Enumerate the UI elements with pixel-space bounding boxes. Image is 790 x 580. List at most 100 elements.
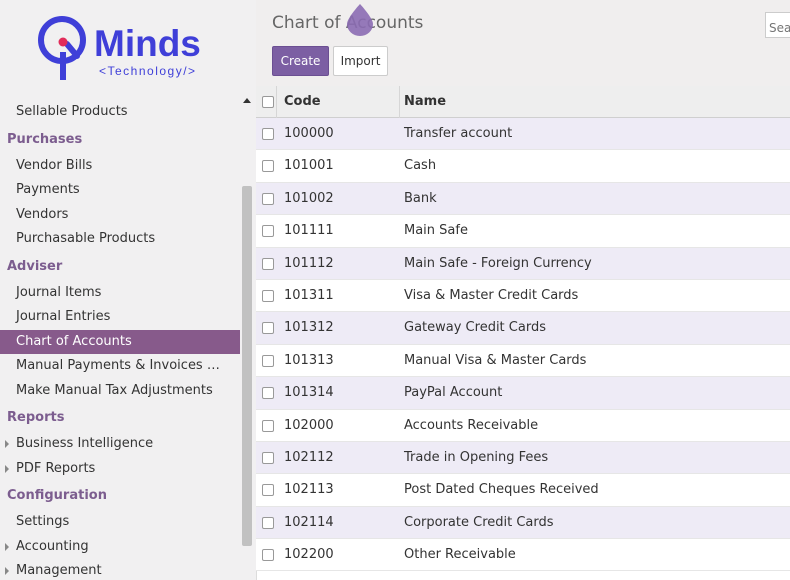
expand-caret-icon[interactable] — [5, 464, 9, 473]
row-checkbox[interactable] — [262, 160, 274, 173]
row-checkbox[interactable] — [262, 289, 274, 302]
row-checkbox[interactable] — [262, 419, 274, 432]
table-row[interactable]: 102200 Other Receivable — [256, 539, 790, 572]
row-checkbox[interactable] — [262, 549, 274, 562]
sidebar-item-make-manual-tax-adjustments[interactable]: Make Manual Tax Adjustments — [0, 379, 240, 404]
account-code: 101314 — [284, 385, 334, 401]
sidebar-menu: Sellable Products Purchases Vendor Bills Pa… — [0, 100, 240, 580]
expand-caret-icon[interactable] — [5, 440, 9, 448]
sidebar-item-payments[interactable]: Payments — [0, 178, 240, 203]
table-row[interactable]: 101311 Visa & Master Credit Cards — [256, 279, 790, 313]
table-row[interactable]: 102000 Accounts Receivable — [256, 409, 790, 442]
account-name: Gateway Credit Cards — [404, 320, 546, 336]
sidebar-item-sellable-products[interactable]: Sellable Products — [0, 100, 240, 125]
row-checkbox[interactable] — [262, 128, 274, 140]
sidebar-section-purchases: Purchases — [0, 125, 240, 154]
logo-tagline: <Technology/> — [99, 64, 197, 78]
sidebar-label: Adviser — [7, 258, 63, 274]
sidebar-label: Make Manual Tax Adjustments — [16, 382, 213, 398]
account-code: 101002 — [284, 190, 334, 206]
sidebar-item-settings[interactable]: Settings — [0, 510, 240, 535]
table-row[interactable]: 101111 Main Safe — [256, 215, 790, 248]
select-all-checkbox[interactable] — [262, 96, 274, 108]
sidebar-label: Sellable Products — [16, 104, 128, 119]
import-button[interactable]: Import — [333, 46, 388, 76]
main-content: Chart of Accounts Create Import Code Nam… — [256, 0, 790, 580]
sidebar-item-management[interactable]: Management — [0, 559, 240, 580]
table-row[interactable]: 101001 Cash — [256, 150, 790, 183]
sidebar-label: Management — [16, 563, 102, 578]
sidebar-label: Payments — [16, 182, 80, 197]
search-input[interactable] — [765, 12, 790, 38]
sidebar-item-manual-payments-invoices[interactable]: Manual Payments & Invoices … — [0, 354, 240, 379]
row-checkbox[interactable] — [262, 354, 274, 367]
name-column-header[interactable]: Name — [404, 94, 446, 109]
sidebar-label: Settings — [16, 514, 70, 529]
row-checkbox[interactable] — [262, 192, 274, 205]
account-name: Cash — [404, 158, 437, 174]
sidebar: Minds <Technology/> Sellable Products Pur… — [0, 0, 257, 580]
control-panel: Chart of Accounts Create Import — [256, 0, 790, 87]
account-code: 101001 — [284, 158, 334, 174]
table-body: 100000 Transfer account 101001 Cash 101002 Ba… — [256, 118, 790, 572]
sidebar-label: Configuration — [7, 488, 107, 503]
minds-technology-logo[interactable]: Minds <Technology/> — [36, 14, 220, 84]
logo-name: Minds — [94, 23, 201, 64]
create-button[interactable]: Create — [272, 46, 329, 76]
row-checkbox[interactable] — [262, 451, 274, 464]
sidebar-label: Manual Payments & Invoices … — [16, 358, 220, 373]
account-code: 101311 — [284, 287, 334, 303]
sidebar-label: Reports — [7, 410, 65, 425]
sidebar-label: Vendor Bills — [16, 157, 93, 173]
sidebar-item-chart-of-accounts[interactable]: Chart of Accounts — [0, 329, 240, 354]
table-row[interactable]: 101314 PayPal Account — [256, 377, 790, 410]
column-divider — [399, 86, 400, 118]
account-code: 101312 — [284, 320, 334, 336]
sidebar-label: Purchases — [7, 131, 83, 147]
sidebar-item-pdf-reports[interactable]: PDF Reports — [0, 457, 240, 482]
sidebar-item-journal-items[interactable]: Journal Items — [0, 281, 240, 306]
row-checkbox[interactable] — [262, 322, 274, 335]
row-checkbox[interactable] — [262, 484, 274, 497]
account-code: 102114 — [284, 514, 334, 530]
row-checkbox[interactable] — [262, 257, 274, 270]
sidebar-item-accounting[interactable]: Accounting — [0, 535, 240, 560]
accounts-table: Code Name 100000 Transfer account 101001 Ca… — [256, 86, 790, 572]
sidebar-scrollbar-thumb[interactable] — [242, 186, 252, 546]
account-name: Corporate Credit Cards — [404, 514, 554, 530]
sidebar-label: Purchasable Products — [16, 231, 156, 246]
row-checkbox[interactable] — [262, 387, 274, 400]
scroll-up-arrow-icon[interactable] — [243, 98, 251, 103]
account-code: 102112 — [284, 449, 334, 465]
account-code: 102200 — [284, 547, 334, 563]
loading-indicator-icon — [347, 4, 373, 36]
code-column-header[interactable]: Code — [284, 94, 321, 109]
expand-caret-icon[interactable] — [5, 542, 9, 551]
expand-caret-icon[interactable] — [5, 567, 9, 575]
table-row[interactable]: 101112 Main Safe - Foreign Currency — [256, 247, 790, 280]
table-header: Code Name — [256, 86, 790, 118]
account-name: PayPal Account — [404, 385, 503, 401]
account-code: 101111 — [284, 223, 334, 239]
account-name: Post Dated Cheques Received — [404, 482, 599, 498]
table-row[interactable]: 102114 Corporate Credit Cards — [256, 506, 790, 540]
row-checkbox[interactable] — [262, 516, 274, 529]
table-row[interactable]: 101002 Bank — [256, 182, 790, 216]
sidebar-item-journal-entries[interactable]: Journal Entries — [0, 305, 240, 330]
table-row[interactable]: 101312 Gateway Credit Cards — [256, 312, 790, 345]
table-row[interactable]: 100000 Transfer account — [256, 118, 790, 151]
account-name: Bank — [404, 190, 437, 206]
sidebar-item-purchasable-products[interactable]: Purchasable Products — [0, 227, 240, 252]
sidebar-item-vendors[interactable]: Vendors — [0, 203, 240, 228]
sidebar-label: Journal Entries — [16, 309, 111, 324]
account-code: 102000 — [284, 417, 334, 433]
table-row[interactable]: 102112 Trade in Opening Fees — [256, 441, 790, 475]
account-name: Accounts Receivable — [404, 417, 539, 433]
sidebar-item-vendor-bills[interactable]: Vendor Bills — [0, 154, 240, 179]
sidebar-section-configuration: Configuration — [0, 481, 240, 510]
sidebar-item-business-intelligence[interactable]: Business Intelligence — [0, 432, 240, 457]
table-row[interactable]: 102113 Post Dated Cheques Received — [256, 474, 790, 507]
table-row[interactable]: 101313 Manual Visa & Master Cards — [256, 344, 790, 378]
row-checkbox[interactable] — [262, 225, 274, 238]
sidebar-label: Accounting — [16, 538, 89, 554]
